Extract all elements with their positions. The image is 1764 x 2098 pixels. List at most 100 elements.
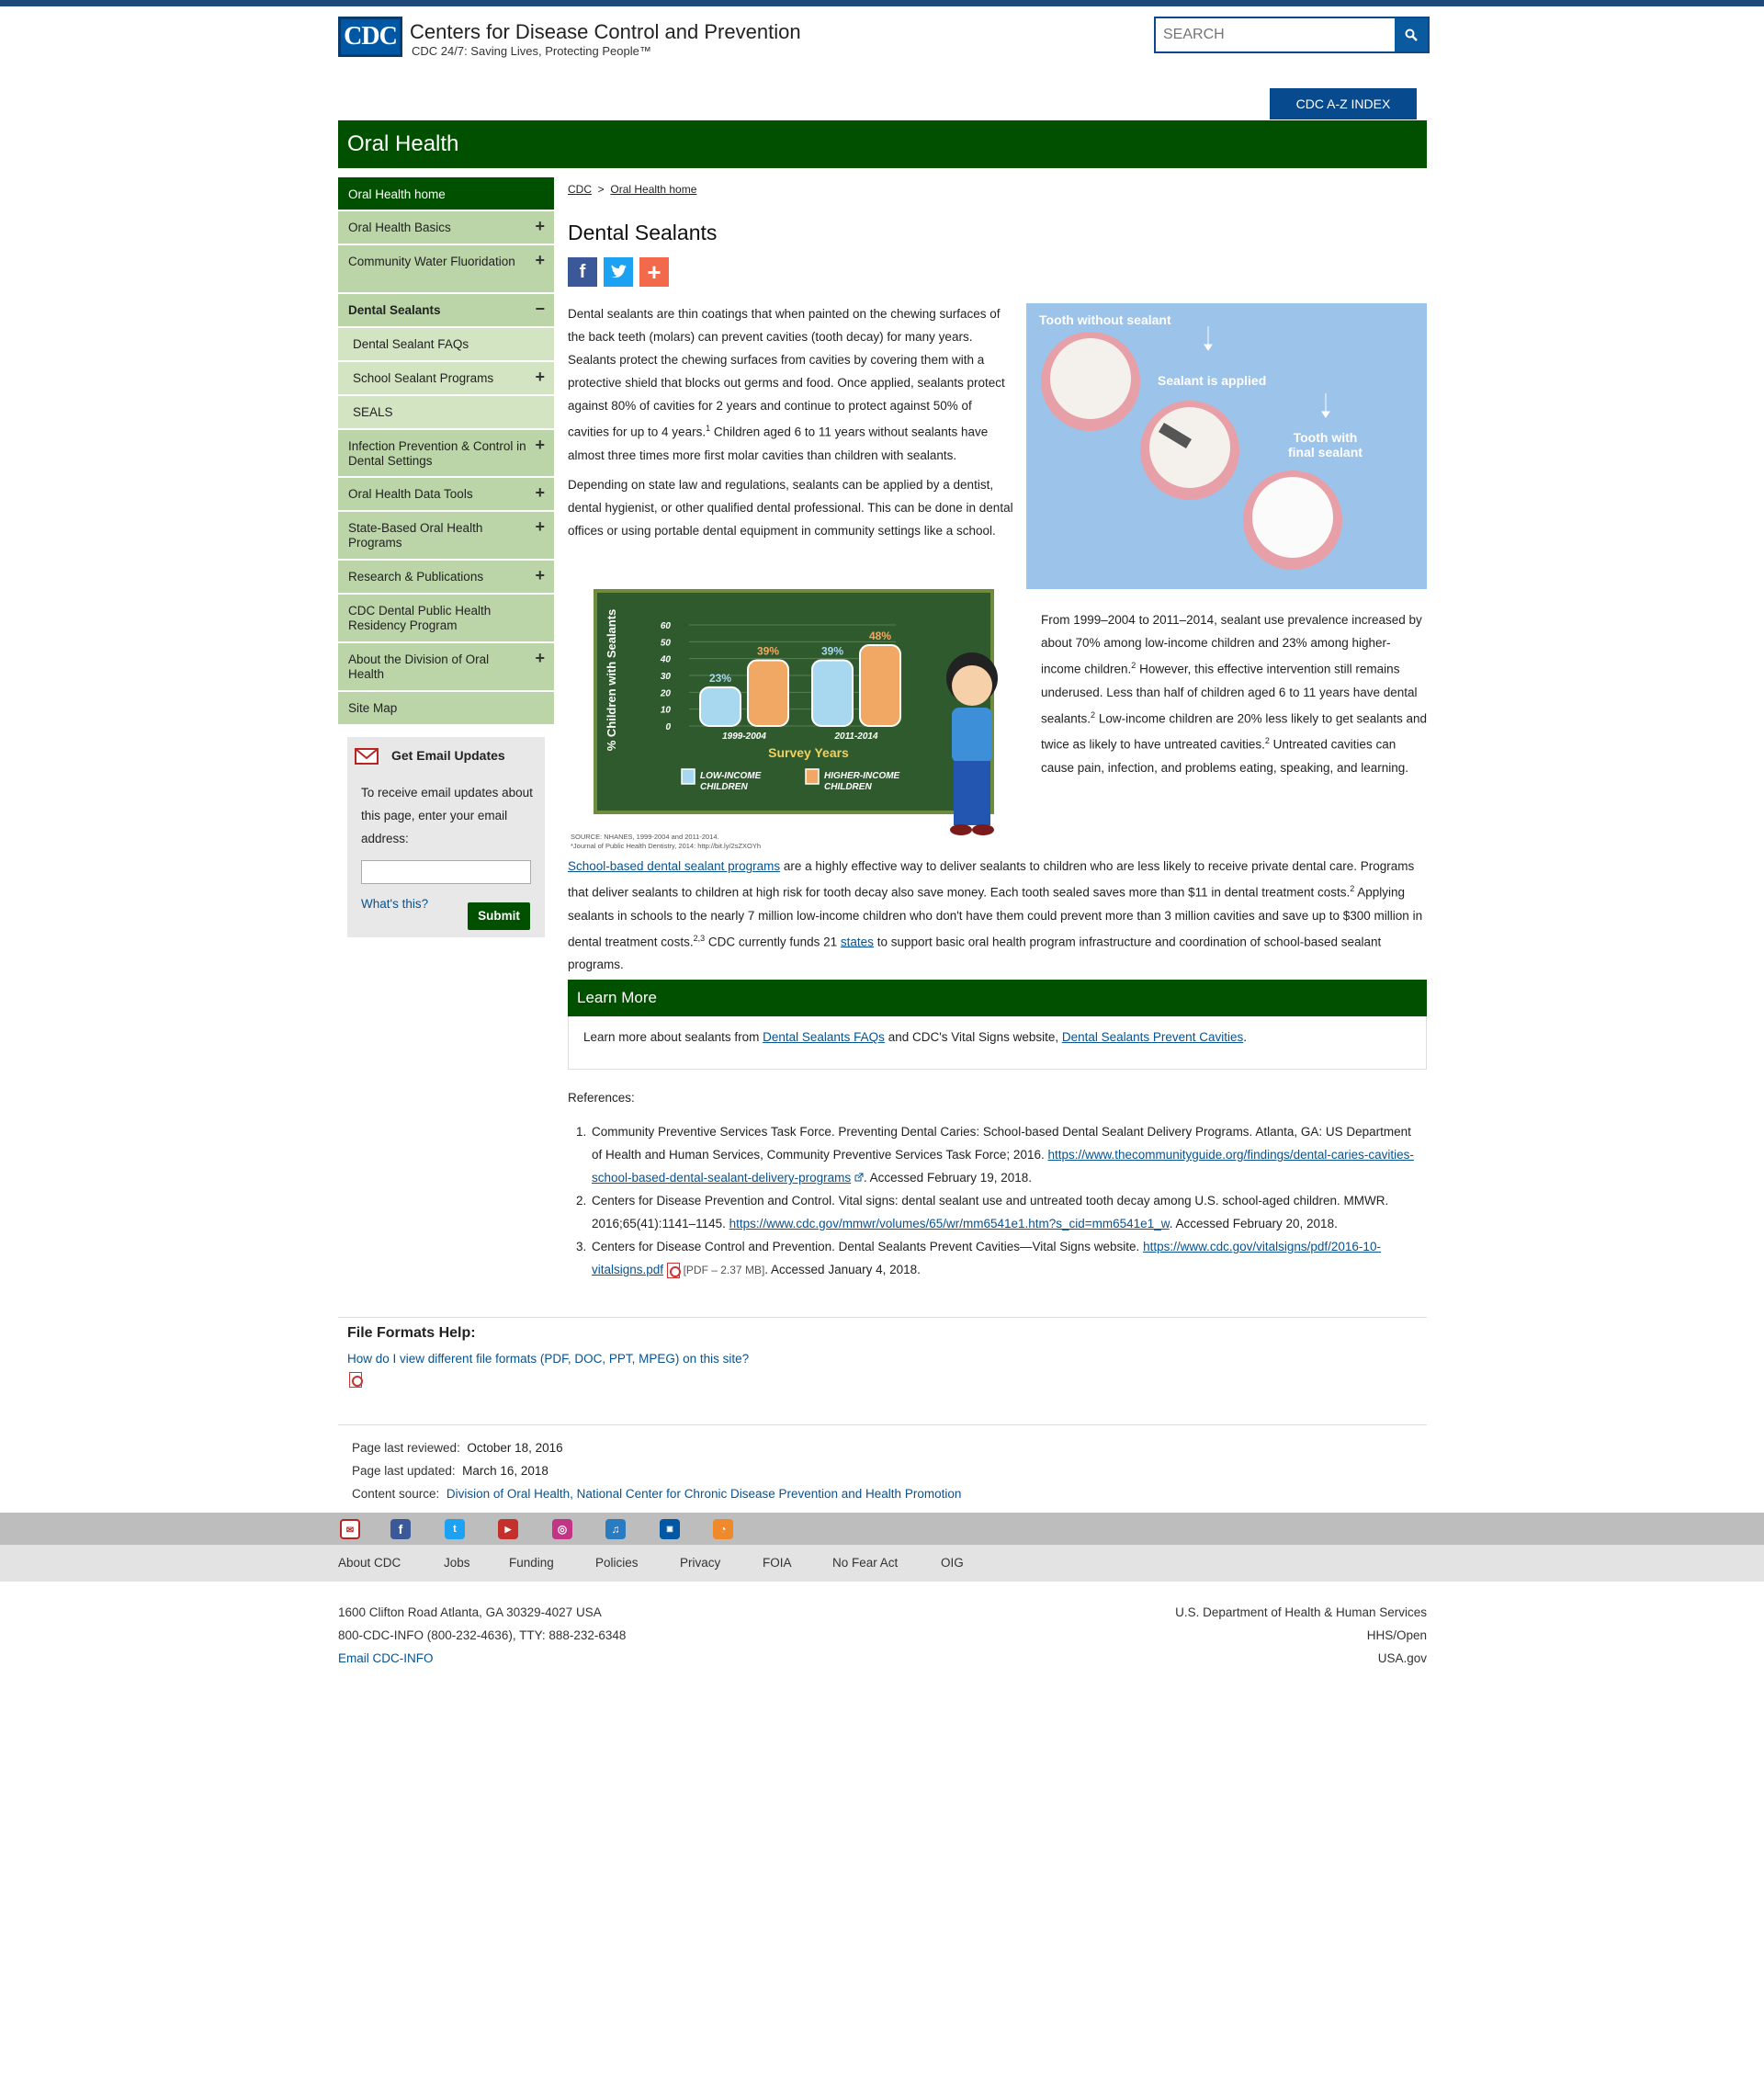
- collapse-icon[interactable]: −: [535, 301, 545, 317]
- last-reviewed-date: October 18, 2016: [467, 1441, 563, 1455]
- submit-button[interactable]: Submit: [468, 902, 530, 930]
- site-title[interactable]: Centers for Disease Control and Preventi…: [410, 20, 801, 44]
- school-text: CDC currently funds 21: [705, 935, 841, 948]
- podcast-icon[interactable]: ♫: [605, 1519, 626, 1539]
- external-link-icon: [854, 1173, 864, 1182]
- learn-more-header: Learn More: [568, 980, 1427, 1016]
- nav-oral-health-data-tools[interactable]: Oral Health Data Tools +: [338, 478, 554, 512]
- email-updates-text: To receive email updates about this page…: [361, 786, 533, 845]
- chart-legend-swatch: [681, 768, 695, 785]
- footer-link-policies[interactable]: Policies: [595, 1556, 639, 1570]
- email-updates-box: Get Email Updates To receive email updat…: [347, 737, 545, 937]
- footer-link-privacy[interactable]: Privacy: [680, 1556, 720, 1570]
- email-icon: [355, 748, 379, 765]
- footer-link-foia[interactable]: FOIA: [763, 1556, 792, 1570]
- search-input[interactable]: [1156, 18, 1395, 51]
- cdc-logo[interactable]: CDC: [338, 17, 402, 57]
- social-share-bar: f +: [568, 257, 669, 287]
- az-index-button[interactable]: CDC A-Z INDEX: [1270, 88, 1417, 119]
- nav-label: Oral Health Basics: [348, 221, 451, 234]
- nav-label: CDC Dental Public Health Residency Progr…: [348, 604, 492, 632]
- file-formats-link[interactable]: How do I view different file formats (PD…: [347, 1352, 749, 1366]
- sealant-process-illustration: Tooth without sealant Sealant is applied…: [1026, 303, 1427, 589]
- usa-gov-link[interactable]: USA.gov: [1175, 1647, 1427, 1670]
- nav-infection-prevention[interactable]: Infection Prevention & Control in Dental…: [338, 430, 554, 478]
- nav-dental-sealants[interactable]: Dental Sealants −: [338, 294, 554, 328]
- search-button[interactable]: [1395, 18, 1428, 51]
- breadcrumb-cdc[interactable]: CDC: [568, 183, 592, 196]
- footer-link-no-fear-act[interactable]: No Fear Act: [832, 1556, 898, 1570]
- last-updated-date: March 16, 2018: [462, 1464, 548, 1478]
- nav-oral-health-home[interactable]: Oral Health home: [338, 177, 554, 211]
- cdc-tv-icon[interactable]: ▣: [660, 1519, 680, 1539]
- breadcrumb-oral-health-home[interactable]: Oral Health home: [610, 183, 696, 196]
- nav-about-division[interactable]: About the Division of Oral Health +: [338, 643, 554, 692]
- breadcrumb: CDC > Oral Health home: [568, 183, 696, 196]
- tooth-label-final-line1: Tooth with: [1293, 430, 1358, 445]
- left-nav: Oral Health home Oral Health Basics + Com…: [338, 177, 554, 726]
- learn-more-text: and CDC's Vital Signs website,: [884, 1030, 1062, 1044]
- twitter-icon[interactable]: [604, 257, 633, 287]
- site-header: CDC Centers for Disease Control and Prev…: [338, 17, 1430, 62]
- expand-icon[interactable]: +: [535, 650, 545, 666]
- nav-community-water-fluoridation[interactable]: Community Water Fluoridation +: [338, 245, 554, 294]
- chart-data-label: 39%: [821, 645, 843, 658]
- email-field[interactable]: [361, 860, 531, 884]
- school-programs-link[interactable]: School-based dental sealant programs: [568, 859, 780, 873]
- nav-seals[interactable]: SEALS: [338, 396, 554, 430]
- chart-legend-label: CHILDREN: [700, 782, 748, 792]
- intro-paragraph-1: Dental sealants are thin coatings that w…: [568, 302, 1015, 467]
- expand-icon[interactable]: +: [535, 369, 545, 385]
- page-meta: Page last reviewed: October 18, 2016 Pag…: [352, 1436, 961, 1505]
- dental-sealants-prevent-cavities-link[interactable]: Dental Sealants Prevent Cavities: [1062, 1030, 1243, 1044]
- email-icon[interactable]: ✉: [340, 1519, 360, 1539]
- footer-link-funding[interactable]: Funding: [509, 1556, 554, 1570]
- footer-link-jobs[interactable]: Jobs: [444, 1556, 470, 1570]
- nav-label: Dental Sealant FAQs: [353, 337, 469, 351]
- nav-residency-program[interactable]: CDC Dental Public Health Residency Progr…: [338, 595, 554, 643]
- breadcrumb-separator: >: [597, 183, 605, 196]
- expand-icon[interactable]: +: [535, 518, 545, 535]
- states-link[interactable]: states: [841, 935, 874, 948]
- expand-icon[interactable]: +: [535, 218, 545, 234]
- tooth-illustration-graphic: [1041, 326, 1342, 570]
- nav-site-map[interactable]: Site Map: [338, 692, 554, 726]
- hhs-open-link[interactable]: HHS/Open: [1175, 1624, 1427, 1647]
- chart-legend-swatch: [805, 768, 820, 785]
- rss-icon[interactable]: ◔: [713, 1519, 733, 1539]
- nav-oral-health-basics[interactable]: Oral Health Basics +: [338, 211, 554, 245]
- nav-school-sealant-programs[interactable]: School Sealant Programs +: [338, 362, 554, 396]
- footer-link-about[interactable]: About CDC: [338, 1556, 401, 1570]
- expand-icon[interactable]: +: [535, 567, 545, 584]
- dental-sealants-faqs-link[interactable]: Dental Sealants FAQs: [763, 1030, 885, 1044]
- facebook-icon[interactable]: f: [568, 257, 597, 287]
- chart-y-tick-label: 60: [661, 621, 672, 631]
- nav-state-based-programs[interactable]: State-Based Oral Health Programs +: [338, 512, 554, 561]
- expand-icon[interactable]: +: [535, 437, 545, 453]
- expand-icon[interactable]: +: [535, 252, 545, 268]
- school-programs-paragraph: School-based dental sealant programs are…: [568, 855, 1427, 976]
- reference-link[interactable]: https://www.cdc.gov/mmwr/volumes/65/wr/m…: [729, 1217, 1170, 1230]
- nav-label: Dental Sealants: [348, 303, 441, 317]
- nav-dental-sealant-faqs[interactable]: Dental Sealant FAQs: [338, 328, 554, 362]
- nav-label: SEALS: [353, 405, 393, 419]
- footer-link-oig[interactable]: OIG: [941, 1556, 964, 1570]
- references-title: References:: [568, 1091, 635, 1105]
- facebook-icon[interactable]: f: [390, 1519, 411, 1539]
- chart-legend-label: LOW-INCOME: [700, 771, 762, 781]
- hhs-link[interactable]: U.S. Department of Health & Human Servic…: [1175, 1601, 1427, 1624]
- nav-research-publications[interactable]: Research & Publications +: [338, 561, 554, 595]
- youtube-icon[interactable]: ▶: [498, 1519, 518, 1539]
- footer-links-bar: About CDC Jobs Funding Policies Privacy …: [0, 1545, 1764, 1582]
- twitter-icon[interactable]: t: [445, 1519, 465, 1539]
- whats-this-link[interactable]: What's this?: [361, 897, 428, 911]
- footnote-ref[interactable]: 2,3: [694, 934, 706, 943]
- learn-more-text: Learn more about sealants from: [583, 1030, 763, 1044]
- tooth-label-final: Tooth with final sealant: [1288, 430, 1363, 459]
- instagram-icon[interactable]: ◎: [552, 1519, 572, 1539]
- email-cdc-info-link[interactable]: Email CDC-INFO: [338, 1651, 434, 1665]
- add-share-icon[interactable]: +: [639, 257, 669, 287]
- content-source-link[interactable]: Division of Oral Health, National Center…: [447, 1487, 962, 1501]
- divider: [338, 1424, 1427, 1425]
- expand-icon[interactable]: +: [535, 484, 545, 501]
